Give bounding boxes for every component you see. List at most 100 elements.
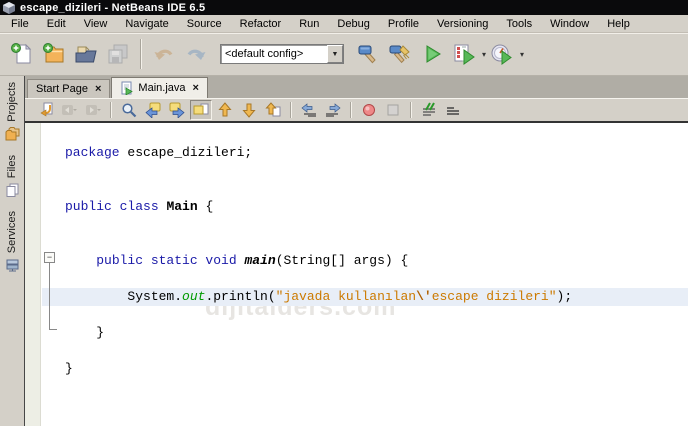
sidebar-tab-projects-label: Projects (6, 82, 18, 122)
window-title: escape_dizileri - NetBeans IDE 6.5 (20, 2, 205, 14)
find-button[interactable] (118, 100, 140, 120)
fold-guide-line (49, 263, 50, 330)
menu-bar: File Edit View Navigate Source Refactor … (0, 15, 688, 33)
redo-button[interactable] (181, 39, 211, 69)
profile-project-icon (490, 42, 514, 66)
editor-toolbar-separator (350, 102, 352, 118)
left-sidebar: Projects Files Services (0, 76, 25, 426)
stop-macro-button[interactable] (382, 100, 404, 120)
previous-bookmark-button[interactable] (214, 100, 236, 120)
new-file-icon (10, 42, 34, 66)
comment-button[interactable] (418, 100, 440, 120)
editor-gutter[interactable] (25, 123, 41, 426)
code-line[interactable]: public class Main { (42, 198, 688, 216)
editor-toolbar-separator (410, 102, 412, 118)
toggle-bookmark-button[interactable] (262, 100, 284, 120)
menu-window[interactable]: Window (541, 16, 598, 32)
sidebar-tab-files[interactable]: Files (5, 155, 20, 197)
toolbar-separator (140, 39, 142, 69)
sidebar-tab-services[interactable]: Services (5, 211, 20, 272)
java-file-icon (120, 81, 133, 95)
new-project-button[interactable] (39, 39, 69, 69)
menu-view[interactable]: View (75, 16, 117, 32)
code-line[interactable] (42, 216, 688, 234)
forward-button[interactable] (82, 100, 104, 120)
code-line[interactable] (42, 162, 688, 180)
menu-debug[interactable]: Debug (328, 16, 378, 32)
menu-file[interactable]: File (2, 16, 38, 32)
new-file-button[interactable] (7, 39, 37, 69)
tab-start-page[interactable]: Start Page × (27, 79, 110, 98)
save-all-button[interactable] (103, 39, 133, 69)
menu-versioning[interactable]: Versioning (428, 16, 497, 32)
code-line[interactable]: } (42, 324, 688, 342)
menu-source[interactable]: Source (178, 16, 231, 32)
toggle-highlight-search-button[interactable] (190, 100, 212, 120)
fold-collapse-icon[interactable]: − (44, 252, 55, 263)
code-editor[interactable]: dijitalders.com package escape_dizileri;… (25, 123, 688, 426)
profile-project-button[interactable] (487, 39, 517, 69)
clean-and-build-project-icon (388, 42, 412, 66)
menu-run[interactable]: Run (290, 16, 328, 32)
previous-bookmark-icon (217, 102, 233, 118)
menu-profile[interactable]: Profile (379, 16, 428, 32)
shift-line-right-button[interactable] (322, 100, 344, 120)
profile-dropdown-icon[interactable]: ▾ (520, 50, 524, 59)
menu-help[interactable]: Help (598, 16, 639, 32)
find-icon (121, 102, 137, 118)
code-line[interactable] (42, 306, 688, 324)
code-line[interactable] (42, 270, 688, 288)
sidebar-tab-services-label: Services (6, 211, 18, 253)
shift-line-left-button[interactable] (298, 100, 320, 120)
back-button[interactable] (58, 100, 80, 120)
stop-macro-icon (385, 102, 401, 118)
open-project-icon (74, 42, 98, 66)
document-tab-strip: Start Page × Main.java × (25, 76, 688, 98)
code-area[interactable]: package escape_dizileri; public class Ma… (42, 123, 688, 426)
redo-icon (184, 42, 208, 66)
code-line[interactable]: System.out.println("javada kullanılan\'e… (42, 288, 688, 306)
sidebar-tab-projects[interactable]: Projects (5, 82, 20, 141)
find-previous-icon (145, 102, 161, 118)
code-line[interactable] (42, 180, 688, 198)
save-all-icon (106, 42, 130, 66)
shift-line-left-icon (301, 102, 317, 118)
menu-tools[interactable]: Tools (497, 16, 541, 32)
code-line[interactable]: public static void main(String[] args) { (42, 252, 688, 270)
undo-button[interactable] (149, 39, 179, 69)
debug-dropdown-icon[interactable]: ▾ (482, 50, 486, 59)
menu-edit[interactable]: Edit (38, 16, 75, 32)
project-config-select[interactable]: <default config> ▼ (220, 44, 344, 64)
editor-toolbar (25, 98, 688, 123)
tab-main-java-label: Main.java (138, 82, 185, 94)
last-edit-position-button[interactable] (34, 100, 56, 120)
run-project-button[interactable] (417, 39, 447, 69)
find-next-button[interactable] (166, 100, 188, 120)
code-line[interactable] (42, 234, 688, 252)
debug-project-button[interactable] (449, 39, 479, 69)
build-project-button[interactable] (353, 39, 383, 69)
sidebar-tab-files-label: Files (6, 155, 18, 178)
find-next-icon (169, 102, 185, 118)
menu-refactor[interactable]: Refactor (231, 16, 291, 32)
title-bar[interactable]: escape_dizileri - NetBeans IDE 6.5 (0, 0, 688, 15)
code-line[interactable]: package escape_dizileri; (42, 144, 688, 162)
code-line[interactable] (42, 342, 688, 360)
combo-dropdown-icon[interactable]: ▼ (327, 45, 343, 63)
back-icon (61, 102, 77, 118)
tab-main-java[interactable]: Main.java × (111, 77, 208, 98)
last-edit-position-icon (37, 102, 53, 118)
toggle-highlight-search-icon (193, 102, 209, 118)
code-line[interactable]: } (42, 360, 688, 378)
record-macro-button[interactable] (358, 100, 380, 120)
open-project-button[interactable] (71, 39, 101, 69)
find-previous-button[interactable] (142, 100, 164, 120)
shift-line-right-icon (325, 102, 341, 118)
uncomment-button[interactable] (442, 100, 464, 120)
fold-guide-end (49, 329, 57, 330)
clean-and-build-project-button[interactable] (385, 39, 415, 69)
tab-start-page-close-icon[interactable]: × (95, 83, 101, 95)
tab-main-java-close-icon[interactable]: × (193, 82, 199, 94)
next-bookmark-button[interactable] (238, 100, 260, 120)
menu-navigate[interactable]: Navigate (116, 16, 177, 32)
